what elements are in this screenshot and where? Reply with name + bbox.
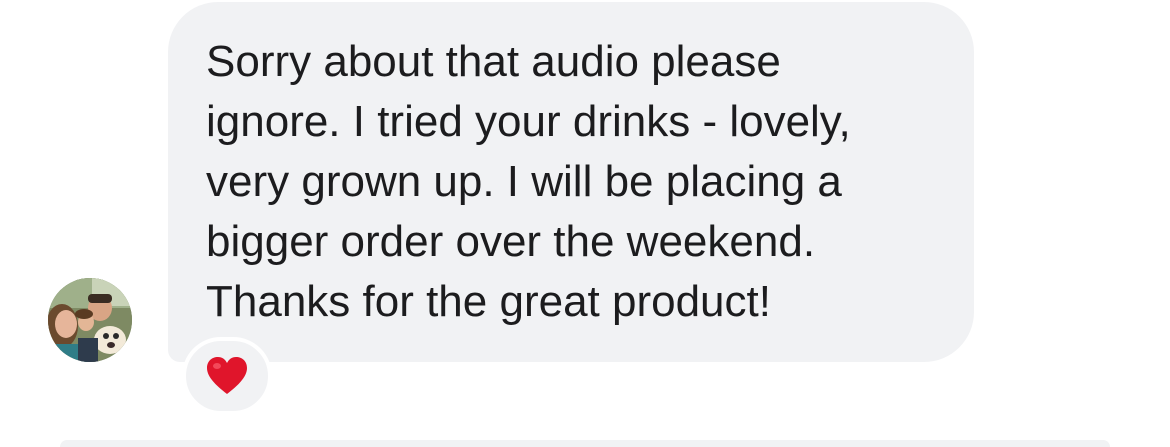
message-line: very grown up. I will be placing a: [206, 157, 842, 206]
red-heart-icon: [207, 357, 247, 394]
message-line: ignore. I tried your drinks - lovely,: [206, 97, 851, 146]
sender-avatar[interactable]: [48, 278, 132, 362]
message-line: Thanks for the great product!: [206, 277, 771, 326]
composer-top-edge: [60, 440, 1110, 447]
reaction-badge[interactable]: [182, 337, 272, 415]
chat-thread: Sorry about that audio please ignore. I …: [0, 0, 1170, 447]
message-line: bigger order over the weekend.: [206, 217, 816, 266]
message-text: Sorry about that audio please ignore. I …: [206, 32, 966, 332]
avatar-photo-icon: [48, 278, 132, 362]
message-line: Sorry about that audio please: [206, 37, 781, 86]
